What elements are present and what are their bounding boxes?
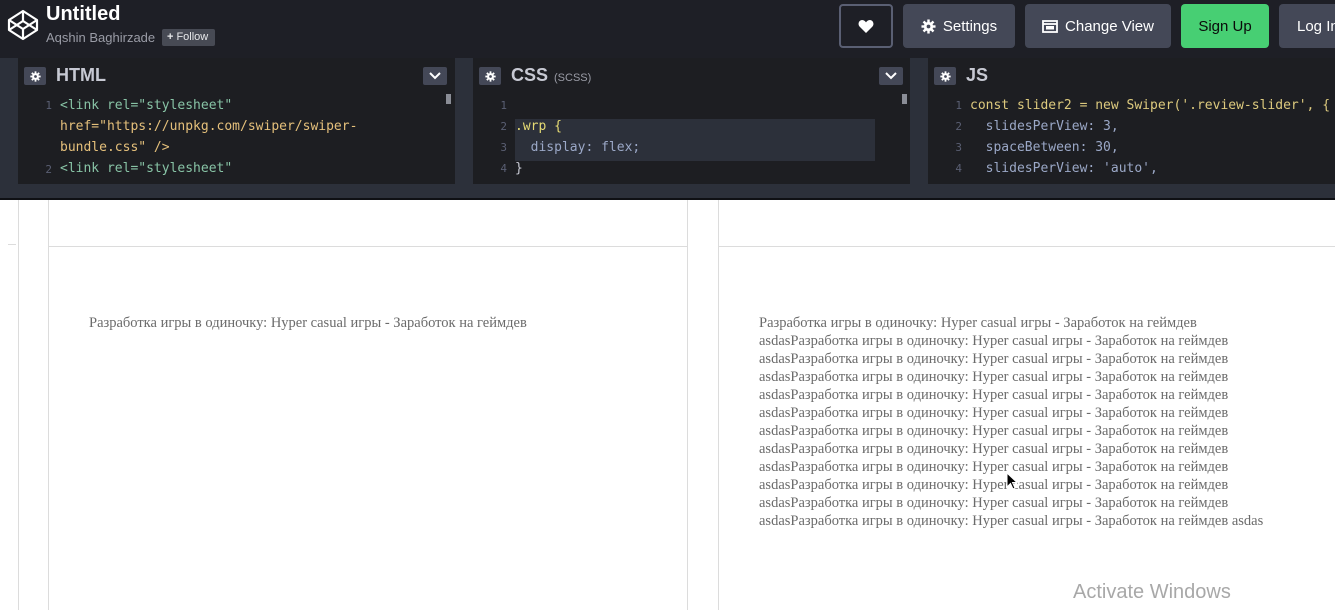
code-line: <link rel="stylesheet" bbox=[60, 161, 233, 176]
text-line: asdasРазработка игры в одиночку: Hyper c… bbox=[759, 423, 1229, 439]
divider bbox=[48, 200, 49, 610]
code-line: .wrp { bbox=[515, 119, 562, 134]
author-name[interactable]: Aqshin Baghirzade bbox=[46, 30, 155, 45]
code-line: slidesPerView: 3, bbox=[970, 119, 1119, 134]
js-settings-button[interactable] bbox=[934, 67, 956, 85]
heart-icon bbox=[858, 19, 874, 33]
line-number: 4 bbox=[500, 162, 507, 175]
js-editor-panel: JS 1 const slider2 = new Swiper('.review… bbox=[928, 58, 1335, 184]
line-number: 1 bbox=[500, 99, 507, 112]
html-editor-panel: HTML 1 <link rel="stylesheet" href="http… bbox=[18, 58, 455, 184]
divider bbox=[718, 200, 719, 610]
divider bbox=[8, 244, 16, 245]
settings-button[interactable]: Settings bbox=[903, 4, 1015, 48]
preview-frame[interactable]: Разработка игры в одиночку: Hyper casual… bbox=[0, 200, 1335, 610]
line-number: 2 bbox=[500, 120, 507, 133]
html-settings-button[interactable] bbox=[24, 67, 46, 85]
change-view-label: Change View bbox=[1065, 17, 1154, 35]
follow-button[interactable]: + Follow bbox=[162, 29, 216, 46]
divider bbox=[718, 246, 1335, 247]
code-line: slidesPerView: 'auto', bbox=[970, 161, 1158, 176]
html-scrollbar[interactable] bbox=[446, 94, 451, 104]
log-in-label: Log In bbox=[1297, 17, 1335, 35]
love-button[interactable] bbox=[839, 4, 893, 48]
code-line: href="https://unpkg.com/swiper/swiper- bbox=[60, 119, 358, 134]
change-view-button[interactable]: Change View bbox=[1025, 4, 1171, 48]
editor-area: HTML 1 <link rel="stylesheet" href="http… bbox=[0, 58, 1335, 200]
gear-icon bbox=[29, 70, 41, 82]
gear-icon bbox=[484, 70, 496, 82]
css-scrollbar[interactable] bbox=[902, 94, 907, 104]
gear-icon bbox=[939, 70, 951, 82]
chevron-down-icon bbox=[885, 72, 897, 80]
text-line: asdasРазработка игры в одиночку: Hyper c… bbox=[759, 333, 1229, 349]
text-line: asdasРазработка игры в одиночку: Hyper c… bbox=[759, 513, 1264, 529]
line-number: 3 bbox=[500, 141, 507, 154]
line-number: 2 bbox=[45, 163, 52, 176]
codepen-logo-icon[interactable] bbox=[6, 8, 40, 42]
text-line: asdasРазработка игры в одиночку: Hyper c… bbox=[759, 495, 1229, 511]
sign-up-button[interactable]: Sign Up bbox=[1181, 4, 1269, 48]
js-code-editor[interactable]: 1 const slider2 = new Swiper('.review-sl… bbox=[928, 94, 1335, 184]
mouse-cursor-icon bbox=[1006, 472, 1018, 490]
js-panel-header: JS bbox=[928, 58, 1335, 94]
log-in-button[interactable]: Log In bbox=[1279, 4, 1335, 48]
divider bbox=[48, 246, 688, 247]
html-collapse-button[interactable] bbox=[423, 67, 447, 85]
code-line: const slider2 = new Swiper('.review-slid… bbox=[970, 98, 1331, 113]
plus-icon: + bbox=[167, 31, 174, 43]
activation-watermark: Activate Windows bbox=[1073, 581, 1231, 603]
css-panel-header: CSS (SCSS) bbox=[473, 58, 910, 94]
text-line: asdasРазработка игры в одиночку: Hyper c… bbox=[759, 477, 1229, 493]
text-line: asdasРазработка игры в одиночку: Hyper c… bbox=[759, 441, 1229, 457]
text-line: asdasРазработка игры в одиночку: Hyper c… bbox=[759, 459, 1229, 475]
text-line: Разработка игры в одиночку: Hyper casual… bbox=[759, 315, 1197, 331]
html-panel-title: HTML bbox=[56, 65, 106, 85]
top-bar: Untitled Aqshin Baghirzade + Follow Setti… bbox=[0, 0, 1335, 58]
sign-up-label: Sign Up bbox=[1198, 17, 1252, 35]
css-title-text: CSS bbox=[511, 65, 549, 85]
chevron-down-icon bbox=[429, 72, 441, 80]
slide-text-right: Разработка игры в одиночку: Hyper casual… bbox=[759, 314, 1319, 530]
css-code-editor[interactable]: 1 2 .wrp { 3 display: flex; 4 } bbox=[473, 94, 910, 184]
css-collapse-button[interactable] bbox=[879, 67, 903, 85]
text-line: asdasРазработка игры в одиночку: Hyper c… bbox=[759, 405, 1229, 421]
line-number: 1 bbox=[955, 99, 962, 112]
line-number: 4 bbox=[955, 162, 962, 175]
line-number: 3 bbox=[955, 141, 962, 154]
html-panel-header: HTML bbox=[18, 58, 455, 94]
css-editor-panel: CSS (SCSS) 1 2 .wrp { 3 display: flex; 4 … bbox=[473, 58, 910, 184]
divider bbox=[18, 200, 19, 610]
line-number: 1 bbox=[45, 99, 52, 112]
css-settings-button[interactable] bbox=[479, 67, 501, 85]
css-preprocessor-label: (SCSS) bbox=[554, 72, 592, 84]
text-line: asdasРазработка игры в одиночку: Hyper c… bbox=[759, 369, 1229, 385]
code-line: bundle.css" /> bbox=[60, 140, 170, 155]
gear-icon bbox=[921, 18, 936, 34]
line-number: 2 bbox=[955, 120, 962, 133]
text-line: asdasРазработка игры в одиночку: Hyper c… bbox=[759, 387, 1229, 403]
text-line: asdasРазработка игры в одиночку: Hyper c… bbox=[759, 351, 1229, 367]
settings-label: Settings bbox=[942, 17, 998, 35]
code-line: <link rel="stylesheet" bbox=[60, 98, 233, 113]
layout-icon bbox=[1042, 19, 1058, 33]
code-line: } bbox=[515, 161, 523, 176]
code-line: display: flex; bbox=[515, 140, 641, 155]
js-panel-title: JS bbox=[966, 65, 989, 85]
pen-title[interactable]: Untitled bbox=[46, 3, 120, 26]
css-panel-title: CSS (SCSS) bbox=[511, 65, 591, 86]
html-code-editor[interactable]: 1 <link rel="stylesheet" href="https://u… bbox=[18, 94, 455, 184]
slide-text-left: Разработка игры в одиночку: Hyper casual… bbox=[89, 315, 527, 331]
code-line: spaceBetween: 30, bbox=[970, 140, 1119, 155]
follow-label: Follow bbox=[176, 31, 209, 43]
divider bbox=[687, 200, 688, 610]
